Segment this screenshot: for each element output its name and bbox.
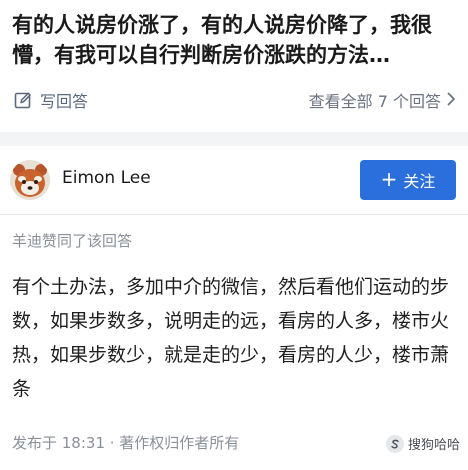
question-card: 有的人说房价涨了，有的人说房价降了，我很懵，有我可以自行判断房价涨跌的方法… 写… bbox=[0, 0, 468, 132]
sogou-logo-icon bbox=[385, 434, 404, 453]
edit-icon bbox=[14, 91, 32, 109]
divider bbox=[0, 214, 468, 215]
watermark-text: 搜狗哈哈 bbox=[407, 438, 460, 453]
author-name[interactable]: Eimon Lee bbox=[62, 168, 151, 188]
red-panda-avatar bbox=[10, 160, 50, 200]
question-title[interactable]: 有的人说房价涨了，有的人说房价降了，我很懵，有我可以自行判断房价涨跌的方法… bbox=[12, 10, 458, 70]
write-answer-button[interactable]: 写回答 bbox=[14, 87, 88, 113]
answer-card: Eimon Lee + 关注 羊迪赞同了该回答 有个土办法，多加中介的微信，然后… bbox=[0, 146, 468, 470]
answer-body[interactable]: 有个土办法，多加中介的微信，然后看他们运动的步数，如果步数多，说明走的远，看房的… bbox=[12, 270, 458, 406]
plus-icon: + bbox=[380, 167, 398, 191]
avatar[interactable] bbox=[10, 160, 50, 200]
view-all-answers-link[interactable]: 查看全部 7 个回答 bbox=[309, 87, 456, 113]
write-answer-label: 写回答 bbox=[40, 92, 89, 111]
view-all-label: 查看全部 7 个回答 bbox=[308, 92, 441, 111]
follow-button[interactable]: + 关注 bbox=[360, 160, 456, 200]
chevron-right-icon bbox=[447, 91, 456, 110]
follow-label: 关注 bbox=[403, 172, 436, 191]
section-separator bbox=[0, 132, 468, 146]
watermark: 搜狗哈哈 bbox=[385, 434, 460, 453]
answer-footer: 发布于 18:31 · 著作权归作者所有 bbox=[12, 434, 240, 452]
upvote-note: 羊迪赞同了该回答 bbox=[12, 232, 133, 250]
